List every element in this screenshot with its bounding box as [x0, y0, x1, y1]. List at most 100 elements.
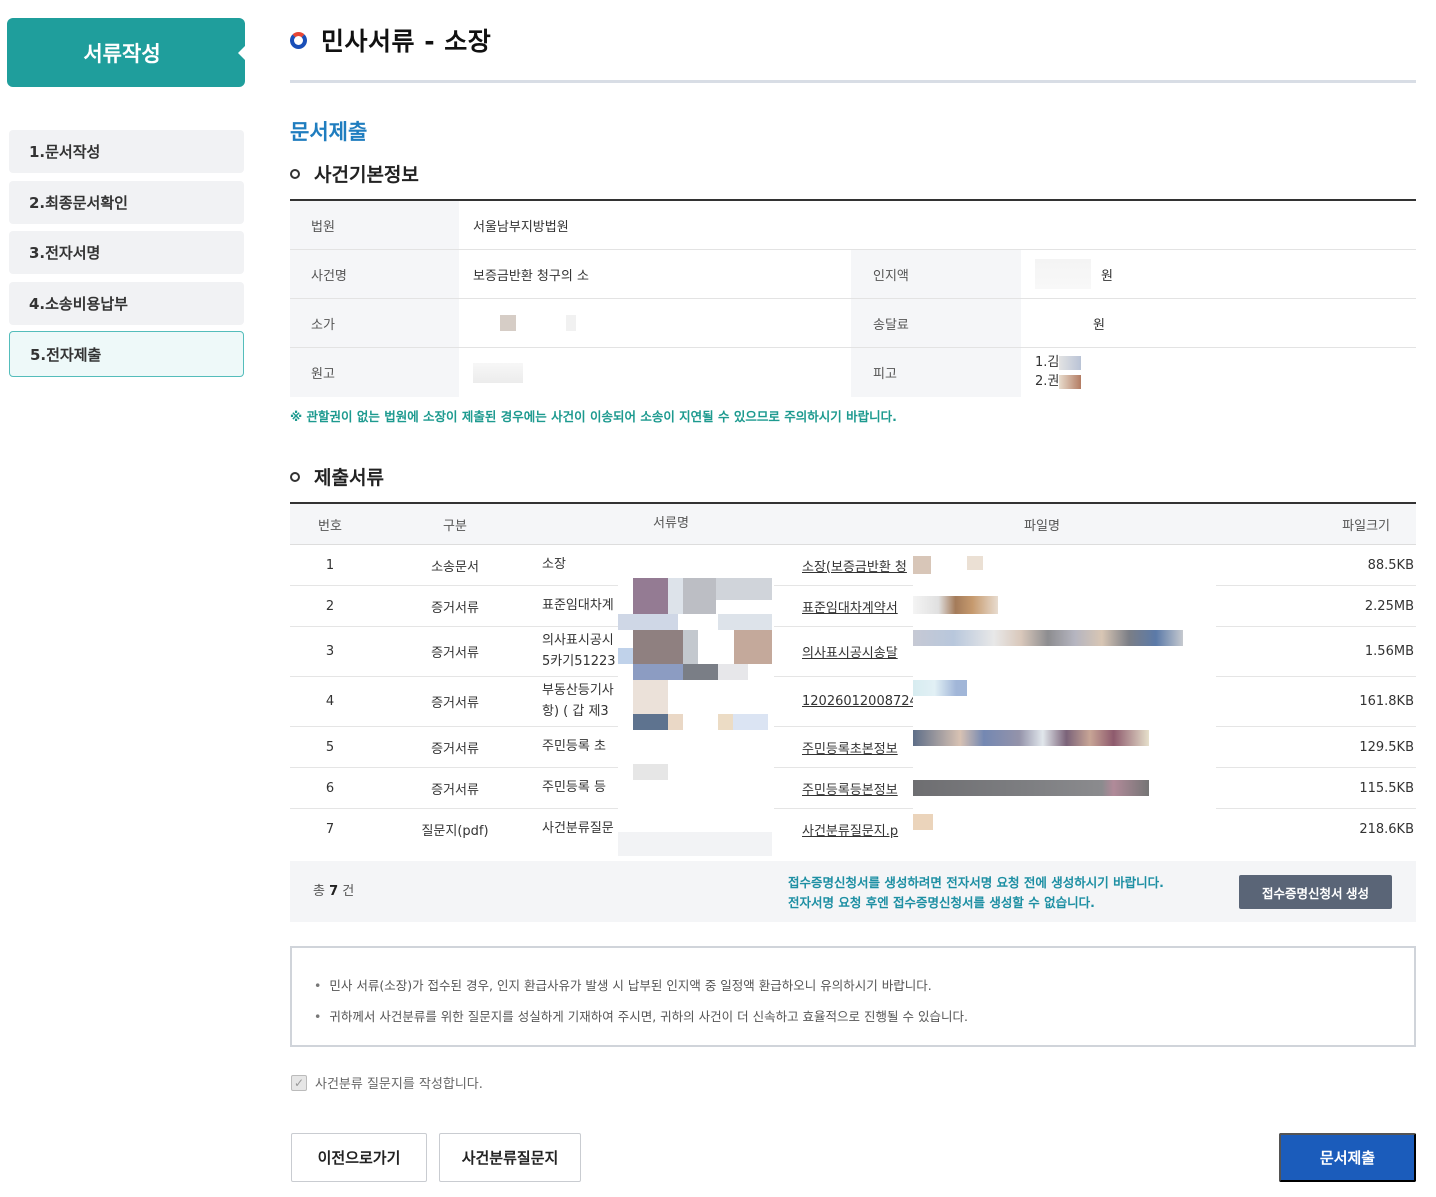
sidebar-item-label: 3.전자서명	[29, 244, 101, 262]
cert-message-2: 전자서명 요청 후엔 접수증명신청서를 생성할 수 없습니다.	[788, 895, 1095, 910]
sidebar-item-label: 4.소송비용납부	[29, 295, 128, 313]
table-row: 6 증거서류 주민등록 등 주민등록등본정보 115.5KB	[290, 768, 1416, 809]
table-row: 3 증거서류 의사표시공시 5카기51223 의사표시공시송달 1.56MB	[290, 627, 1416, 677]
row-category: 증거서류	[431, 600, 479, 616]
row-file-size: 115.5KB	[1359, 780, 1414, 796]
sidebar-item-final-check[interactable]: 2.최종문서확인	[9, 181, 244, 224]
table-row: 1 소송문서 소장 소장(보증금반환 청 88.5KB	[290, 545, 1416, 586]
row-file-size: 161.8KB	[1359, 694, 1414, 709]
case-info-heading: 사건기본정보	[290, 160, 419, 187]
col-file-size: 파일크기	[1342, 518, 1390, 534]
court-label: 법원	[290, 201, 459, 249]
case-name-value: 보증금반환 청구의 소	[473, 268, 589, 284]
row-no: 1	[325, 557, 335, 573]
redacted-block	[1059, 374, 1082, 389]
documents-heading: 제출서류	[290, 463, 384, 490]
row-no: 3	[325, 644, 335, 659]
col-category: 구분	[443, 518, 467, 534]
claim-value-label: 소가	[290, 299, 459, 347]
questionnaire-button[interactable]: 사건분류질문지	[439, 1133, 581, 1182]
row-category: 소송문서	[431, 559, 479, 575]
cert-message-1: 접수증명신청서를 생성하려면 전자서명 요청 전에 생성하시기 바랍니다.	[788, 875, 1164, 890]
row-file-size: 129.5KB	[1359, 739, 1414, 755]
table-row: 5 증거서류 주민등록 초 주민등록초본정보 129.5KB	[290, 727, 1416, 768]
redacted-block	[500, 315, 516, 331]
redacted-block	[1035, 259, 1091, 289]
redaction-mosaic	[618, 578, 774, 856]
table-header: 번호 구분 서류명 파일명 파일크기	[290, 504, 1416, 545]
row-no: 2	[325, 598, 335, 614]
row-category: 증거서류	[431, 782, 479, 798]
title-bullet-icon	[290, 31, 307, 49]
defendant-1: 1.김	[1035, 354, 1060, 370]
redacted-block	[1059, 356, 1082, 371]
bullet-icon	[290, 471, 300, 482]
guide-line: 귀하께서 사건분류를 위한 질문지를 성실하게 기재하여 주시면, 귀하의 사건…	[314, 1006, 1414, 1025]
row-category: 증거서류	[431, 646, 479, 661]
claim-value-value	[459, 299, 851, 347]
sidebar-title: 서류작성	[83, 41, 161, 66]
collapse-arrow-icon[interactable]	[238, 46, 245, 60]
back-button[interactable]: 이전으로가기	[291, 1133, 427, 1182]
sidebar-item-e-signature[interactable]: 3.전자서명	[9, 231, 244, 274]
doc-name-line: 소장	[542, 556, 566, 572]
page-title: 민사서류 - 소장	[290, 22, 491, 58]
row-category: 증거서류	[431, 696, 479, 711]
row-category: 증거서류	[431, 741, 479, 757]
defendant-value: 1.김 2.권	[1021, 348, 1414, 397]
row-file-size: 2.25MB	[1364, 598, 1414, 614]
redacted-block	[566, 315, 576, 331]
create-receipt-cert-button[interactable]: 접수증명신청서 생성	[1239, 875, 1392, 909]
documents-heading-text: 제출서류	[314, 467, 384, 489]
jurisdiction-notice: ※ 관할권이 없는 법원에 소장이 제출된 경우에는 사건이 이송되어 소송이 …	[290, 409, 897, 424]
sidebar-item-label: 1.문서작성	[29, 143, 101, 161]
table-row: 4 증거서류 부동산등기사 항) ( 갑 제3 12026012008724 161.8K…	[290, 677, 1416, 727]
stamp-fee-unit: 원	[1101, 268, 1113, 284]
service-fee-unit: 원	[1093, 317, 1105, 333]
guide-line: 민사 서류(소장)가 접수된 경우, 인지 환급사유가 발생 시 납부된 인지액…	[314, 975, 1414, 994]
questionnaire-checkbox-row: ✓ 사건분류 질문지를 작성합니다.	[291, 1073, 483, 1092]
service-fee-label: 송달료	[851, 299, 1021, 347]
sidebar-item-label: 2.최종문서확인	[29, 194, 128, 212]
section-title: 문서제출	[290, 120, 368, 144]
total-count: 총 7 건	[313, 884, 355, 899]
defendant-2: 2.권	[1035, 373, 1060, 389]
guide-box: 민사 서류(소장)가 접수된 경우, 인지 환급사유가 발생 시 납부된 인지액…	[290, 946, 1416, 1047]
sidebar-item-payment[interactable]: 4.소송비용납부	[9, 282, 244, 325]
total-bar: 총 7 건 접수증명신청서를 생성하려면 전자서명 요청 전에 생성하시기 바랍…	[290, 861, 1416, 922]
questionnaire-checkbox[interactable]: ✓	[291, 1074, 307, 1091]
redacted-block	[473, 362, 523, 383]
sidebar-item-e-submit[interactable]: 5.전자제출	[9, 331, 244, 377]
plaintiff-label: 원고	[290, 348, 459, 397]
plaintiff-value	[459, 348, 851, 397]
stamp-fee-value: 원	[1021, 250, 1414, 298]
bullet-icon	[290, 168, 300, 179]
sidebar-item-label: 5.전자제출	[30, 345, 102, 364]
court-value: 서울남부지방법원	[473, 219, 569, 235]
sidebar-header: 서류작성	[7, 18, 245, 87]
case-name-label: 사건명	[290, 250, 459, 298]
submit-document-button[interactable]: 문서제출	[1279, 1133, 1416, 1182]
title-divider	[290, 80, 1416, 83]
col-no: 번호	[318, 518, 342, 534]
case-info-heading-text: 사건기본정보	[314, 164, 419, 186]
row-no: 5	[325, 739, 335, 755]
table-row: 2 증거서류 표준임대차계 표준임대차계약서 2.25MB	[290, 586, 1416, 627]
cert-message: 접수증명신청서를 생성하려면 전자서명 요청 전에 생성하시기 바랍니다. 전자…	[788, 873, 1164, 913]
case-info-table: 법원 서울남부지방법원 사건명 보증금반환 청구의 소 인지액 원 소가 송달료…	[290, 199, 1416, 397]
row-file-size: 218.6KB	[1359, 822, 1414, 837]
row-no: 4	[325, 694, 335, 709]
row-category: 질문지(pdf)	[421, 824, 489, 839]
redaction-mosaic	[913, 556, 1216, 836]
col-doc-name: 서류명	[653, 515, 689, 531]
stamp-fee-label: 인지액	[851, 250, 1021, 298]
row-doc-name: 소장	[540, 555, 802, 575]
page-title-text: 민사서류 - 소장	[321, 27, 492, 56]
service-fee-value: 원	[1021, 299, 1414, 347]
row-no: 6	[325, 780, 335, 796]
col-file-name: 파일명	[1024, 518, 1060, 534]
defendant-label: 피고	[851, 348, 1021, 397]
row-file-size: 1.56MB	[1364, 644, 1414, 659]
sidebar-item-write[interactable]: 1.문서작성	[9, 130, 244, 173]
questionnaire-checkbox-label: 사건분류 질문지를 작성합니다.	[315, 1077, 483, 1092]
